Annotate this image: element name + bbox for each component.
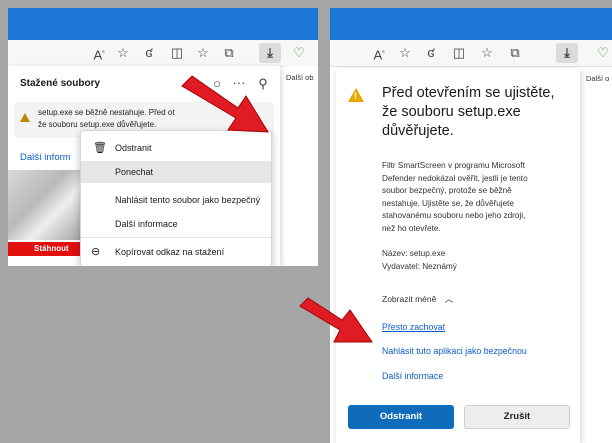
title-bar — [8, 8, 318, 40]
body-line: nestahuje. Ujistěte se, že důvěřujete — [382, 198, 514, 208]
extensions-icon[interactable]: ʛ — [140, 45, 158, 61]
favorites-icon[interactable]: ☆ — [194, 45, 212, 61]
page-area: Další ob — [283, 66, 318, 266]
title-bar — [330, 8, 612, 40]
more-info-link[interactable]: Další inform — [20, 152, 71, 163]
body-line: Defender nedokázal ověřit, jestli je ten… — [382, 173, 528, 183]
warning-icon-mark: ! — [354, 91, 357, 101]
smartscreen-dialog: ! Před otevřením se ujistěte, že souboru… — [336, 68, 580, 443]
show-less-toggle[interactable]: Zobrazit méně ︿ — [382, 293, 453, 305]
favorite-star-icon[interactable]: ☆ — [114, 45, 132, 61]
context-menu: 🗑 Odstranit Ponechat Nahlásit tento soub… — [80, 130, 272, 266]
browser-essentials-icon[interactable]: ♡ — [594, 45, 612, 61]
trash-icon: 🗑 — [93, 142, 107, 154]
right-screenshot: Aᵃ ☆ ʛ ◫ ☆ ⧉ ⤓ ♡ Další o ! Před otevření… — [330, 8, 612, 443]
extensions-icon[interactable]: ʛ — [422, 45, 440, 61]
download-icon: ⤓ — [267, 45, 273, 60]
menu-item-label: Nahlásit tento soubor jako bezpečný — [115, 195, 261, 205]
cancel-button[interactable]: Zrušit — [464, 405, 570, 429]
menu-item-label: Ponechat — [115, 167, 154, 177]
body-line: soubor bezpečný, protože se běžně — [382, 186, 512, 196]
delete-button[interactable]: Odstranit — [348, 405, 454, 429]
favorites-icon[interactable]: ☆ — [478, 45, 496, 61]
collections-icon[interactable]: ⧉ — [220, 45, 238, 61]
dialog-heading: Před otevřením se ujistěte, že souboru s… — [382, 84, 572, 141]
toolbar-partial-label: Další o — [586, 74, 610, 83]
menu-item-delete[interactable]: 🗑 Odstranit — [81, 137, 271, 159]
download-bar[interactable]: Stáhnout — [8, 242, 88, 256]
heading-line3: důvěřujete. — [382, 123, 454, 139]
favorite-star-icon[interactable]: ☆ — [396, 45, 414, 61]
body-line: stahovanému souboru nebo jeho zdroji, — [382, 211, 526, 221]
download-icon: ⤓ — [564, 45, 570, 60]
downloads-button[interactable]: ⤓ — [556, 43, 578, 63]
keep-anyway-link[interactable]: Přesto zachovat — [382, 322, 445, 332]
menu-item-label: Kopírovat odkaz na stažení — [115, 247, 225, 257]
pointer-arrow-right — [299, 297, 373, 343]
panel-title: Stažené soubory — [20, 78, 101, 89]
menu-item-label: Další informace — [115, 219, 178, 229]
file-name: Název: setup.exe — [382, 249, 446, 258]
article-image — [8, 170, 88, 240]
menu-divider — [81, 237, 271, 238]
read-aloud-icon[interactable]: Aᵃ — [370, 45, 388, 63]
body-line: Filtr SmartScreen v programu Microsoft — [382, 161, 525, 170]
link-icon: ⊖ — [91, 246, 101, 258]
body-line: než ho otevřete. — [382, 223, 441, 233]
warning-text-line2: že souboru setup.exe důvěřujete. — [38, 120, 157, 129]
more-info-link[interactable]: Další informace — [382, 371, 443, 381]
split-screen-icon[interactable]: ◫ — [450, 45, 468, 61]
warning-text-line1: setup.exe se běžně nestahuje. Před ot — [38, 108, 175, 117]
toolbar-partial-label: Další ob — [286, 73, 314, 82]
dialog-body: Filtr SmartScreen v programu Microsoft D… — [382, 160, 574, 236]
menu-item-label: Odstranit — [115, 143, 152, 153]
show-less-label: Zobrazit méně — [382, 294, 437, 304]
menu-item-report-safe[interactable]: Nahlásit tento soubor jako bezpečný — [81, 189, 271, 211]
downloads-button[interactable]: ⤓ — [259, 43, 281, 63]
browser-toolbar: Aᵃ ☆ ʛ ◫ ☆ ⧉ ⤓ ♡ — [8, 40, 318, 67]
left-screenshot: Aᵃ ☆ ʛ ◫ ☆ ⧉ ⤓ ♡ Další ob Stažené soubor… — [8, 8, 318, 266]
read-aloud-icon[interactable]: Aᵃ — [90, 45, 108, 63]
menu-item-more-info[interactable]: Další informace — [81, 213, 271, 235]
menu-item-keep[interactable]: Ponechat — [81, 161, 271, 183]
heading-line2: že souboru setup.exe — [382, 104, 521, 120]
file-publisher: Vydavatel: Neznámý — [382, 262, 457, 271]
heading-line1: Před otevřením se ujistěte, — [382, 85, 555, 101]
browser-essentials-icon[interactable]: ♡ — [290, 45, 308, 61]
split-screen-icon[interactable]: ◫ — [168, 45, 186, 61]
chevron-up-icon: ︿ — [444, 294, 454, 304]
collections-icon[interactable]: ⧉ — [506, 45, 524, 61]
warning-icon — [20, 113, 30, 122]
download-bar-label: Stáhnout — [34, 244, 69, 253]
report-safe-link[interactable]: Nahlásit tuto aplikaci jako bezpečnou — [382, 346, 527, 356]
pointer-arrow-left — [181, 75, 269, 133]
menu-item-copy-link[interactable]: ⊖ Kopírovat odkaz na stažení — [81, 241, 271, 263]
browser-toolbar: Aᵃ ☆ ʛ ◫ ☆ ⧉ ⤓ ♡ — [330, 40, 612, 67]
